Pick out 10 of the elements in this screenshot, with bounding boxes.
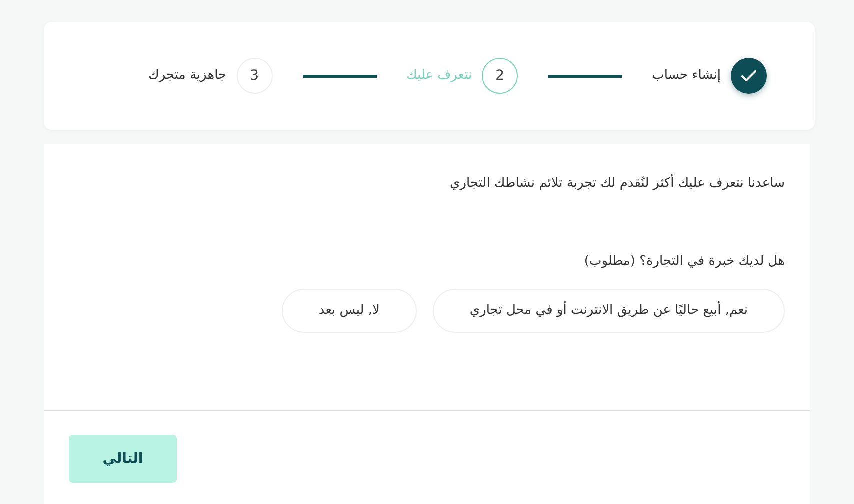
intro-text: ساعدنا نتعرف عليك أكثر لنُقدم لك تجربة تلائم نشاطك التجاري [449,174,785,193]
check-icon [741,70,757,82]
step-number: 2 [482,58,518,94]
step-label: جاهزية متجرك [148,67,227,86]
step-number: 3 [236,58,273,94]
step-label: إنشاء حساب [652,67,721,86]
step-label: نتعرف عليك [406,67,472,86]
question-label: هل لديك خبرة في التجارة؟ (مطلوب) [583,252,785,270]
answer-option[interactable]: نعم, أبيع حاليًا عن طريق الانترنت أو في محل تجاري [432,289,785,333]
answer-option[interactable]: لا, ليس بعد [282,289,417,333]
